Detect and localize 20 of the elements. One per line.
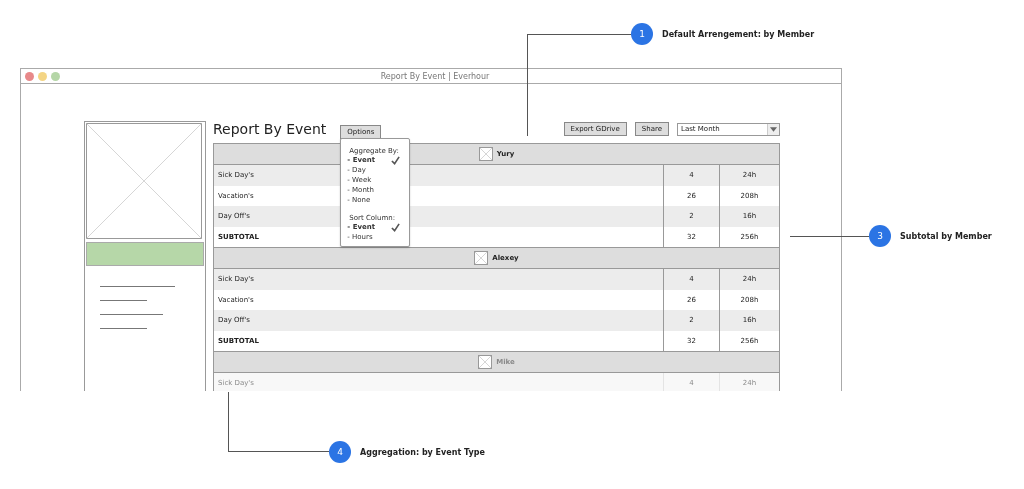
minimize-button[interactable] <box>38 71 47 81</box>
page-title: Report By Event <box>213 121 327 137</box>
avatar-placeholder-icon <box>478 147 493 161</box>
caret-icon <box>770 126 777 132</box>
callout-number: 3 <box>869 225 891 247</box>
callout-text: Subtotal by Member <box>900 231 992 241</box>
close-button[interactable] <box>25 71 34 81</box>
text-line-placeholder <box>100 328 147 329</box>
text-line-placeholder <box>100 314 163 315</box>
window-title: Report By Event | Everhour <box>379 71 491 81</box>
maximize-button[interactable] <box>51 71 60 81</box>
text-line-placeholder <box>100 300 147 301</box>
checkmark-icon <box>391 222 401 232</box>
avatar-placeholder-icon <box>474 251 489 265</box>
checkmark-icon <box>391 155 401 165</box>
callout-number: 1 <box>631 23 653 45</box>
callout-text: Aggregation: by Event Type <box>360 447 485 457</box>
callout-number: 4 <box>329 441 351 463</box>
avatar-placeholder-icon <box>478 355 493 369</box>
callout-text: Default Arrengement: by Member <box>662 29 815 39</box>
